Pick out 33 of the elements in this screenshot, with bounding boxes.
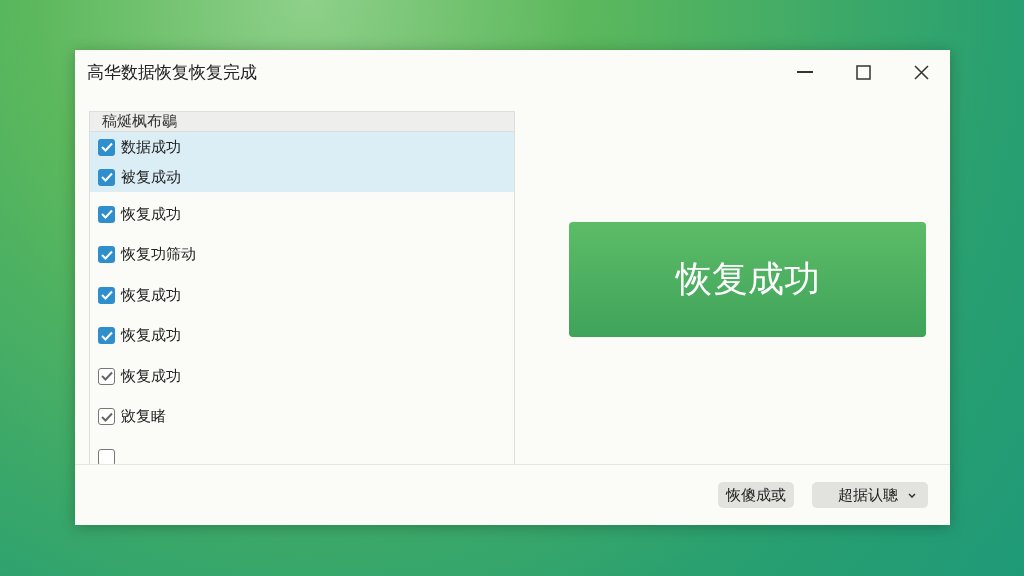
close-icon (913, 64, 929, 80)
list-row[interactable]: 恢复成功 (90, 315, 514, 356)
checkbox[interactable] (98, 286, 115, 304)
footer-button[interactable]: 恢傻成或 (718, 482, 794, 508)
checkbox[interactable] (98, 367, 115, 385)
checkbox[interactable] (98, 168, 115, 186)
item-label: 恢复成功 (121, 204, 181, 224)
checkbox[interactable] (98, 448, 115, 464)
dropdown-button[interactable]: 超据认聰 (812, 482, 928, 508)
list-row[interactable]: 数据成功 (90, 132, 514, 162)
list-row[interactable]: 恢复成功 (90, 275, 514, 316)
item-label: 恢复成功 (121, 326, 181, 346)
window-title: 高华数据恢复恢复完成 (87, 60, 258, 84)
maximize-icon (855, 64, 871, 80)
item-label: 数据成功 (121, 137, 181, 157)
checkbox[interactable] (98, 408, 115, 426)
list-header: 稿烻枫布鶡 (90, 112, 514, 132)
checkbox[interactable] (98, 205, 115, 223)
list-row[interactable]: 被复成动 (90, 162, 514, 192)
caret-icon (908, 492, 916, 498)
item-label: 恢复功筛动 (121, 245, 196, 265)
list-row[interactable]: 敓复睹 (90, 396, 514, 437)
item-label: 恢复成功 (121, 285, 181, 305)
list-row[interactable]: 恢复成功 (90, 194, 514, 235)
item-label: 被复成动 (121, 167, 181, 187)
checkbox[interactable] (98, 327, 115, 345)
checkbox[interactable] (98, 246, 115, 264)
item-label: 敓复睹 (121, 407, 166, 427)
list-row[interactable]: 恢复功筛动 (90, 234, 514, 275)
minimize-icon (797, 71, 813, 73)
list-row[interactable]: 恢复成功 (90, 356, 514, 397)
item-label: 恢复成功 (121, 366, 181, 386)
checkbox[interactable] (98, 138, 115, 156)
